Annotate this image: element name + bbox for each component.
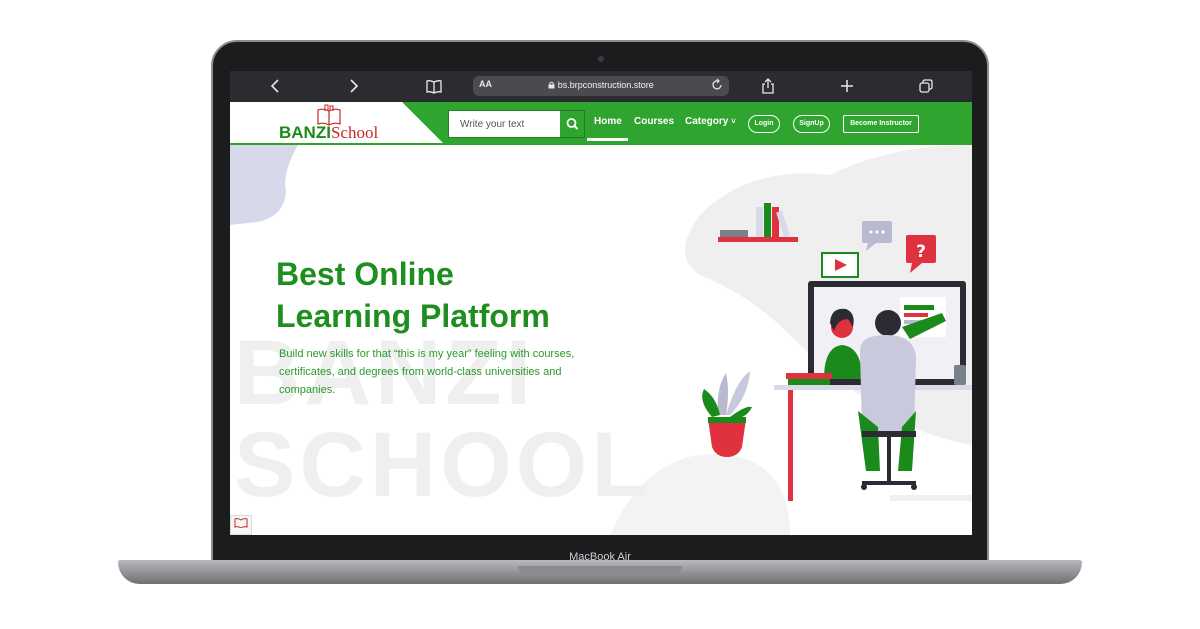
logo-text: BANZISchool (279, 124, 378, 142)
hero-section: BANZI SCHOOL Best Online Learning Platfo… (230, 145, 972, 535)
url-text: bs.brpconstruction.store (473, 80, 729, 90)
signup-button[interactable]: SignUp (793, 115, 830, 133)
chevron-left-icon[interactable] (270, 77, 280, 100)
share-icon[interactable] (761, 77, 775, 100)
laptop-model-label: MacBook Air (569, 551, 631, 563)
become-instructor-button[interactable]: Become Instructor (843, 115, 919, 133)
chat-bubble-icon (862, 221, 892, 251)
logo[interactable]: BANZISchool (230, 102, 445, 145)
login-button[interactable]: Login (748, 115, 780, 133)
address-bar[interactable]: AA bs.brpconstruction.store (473, 76, 729, 96)
watermark-school: SCHOOL (234, 414, 652, 516)
nav-category[interactable]: Category ˅ (685, 116, 736, 127)
tabs-icon[interactable] (919, 77, 933, 100)
play-icon (821, 252, 859, 278)
nav-courses[interactable]: Courses (634, 116, 674, 127)
bookshelf-icon (718, 203, 798, 242)
search-icon (566, 118, 579, 130)
plant-icon (702, 371, 752, 457)
question-bubble-icon: ? (906, 235, 936, 273)
hero-title-line2: Learning Platform (276, 298, 550, 334)
lock-icon (548, 81, 555, 89)
webcam-icon (598, 56, 604, 62)
book-logo-icon (234, 518, 248, 529)
svg-text:?: ? (916, 242, 926, 262)
logo-text-school: School (330, 123, 379, 142)
online-learning-illustration: ? (702, 203, 972, 501)
book-icon[interactable] (426, 77, 442, 100)
laptop-notch (518, 566, 682, 574)
site-header: BANZISchool Home Courses Category ˅ Logi… (230, 102, 972, 145)
reload-icon[interactable] (712, 78, 723, 95)
url-value: bs.brpconstruction.store (557, 80, 654, 90)
laptop-screen: AA bs.brpconstruction.store BANZISchool … (230, 71, 972, 535)
plus-icon[interactable] (840, 77, 854, 100)
search-button[interactable] (559, 111, 584, 137)
chevron-down-icon: ˅ (731, 117, 736, 126)
nav-category-label: Category (685, 116, 729, 127)
nav-home[interactable]: Home (594, 116, 622, 127)
chevron-right-icon[interactable] (349, 77, 359, 100)
logo-text-banzi: BANZI (279, 123, 331, 142)
browser-toolbar: AA bs.brpconstruction.store (230, 71, 972, 102)
nav-home-active-indicator (587, 138, 628, 141)
hero-subtitle: Build new skills for that “this is my ye… (279, 348, 575, 396)
hero-title-line1: Best Online (276, 256, 454, 292)
corner-logo-badge[interactable] (230, 515, 252, 535)
hero-title: Best Online Learning Platform (276, 253, 656, 337)
search-input[interactable] (449, 111, 560, 137)
search-box (448, 110, 585, 138)
